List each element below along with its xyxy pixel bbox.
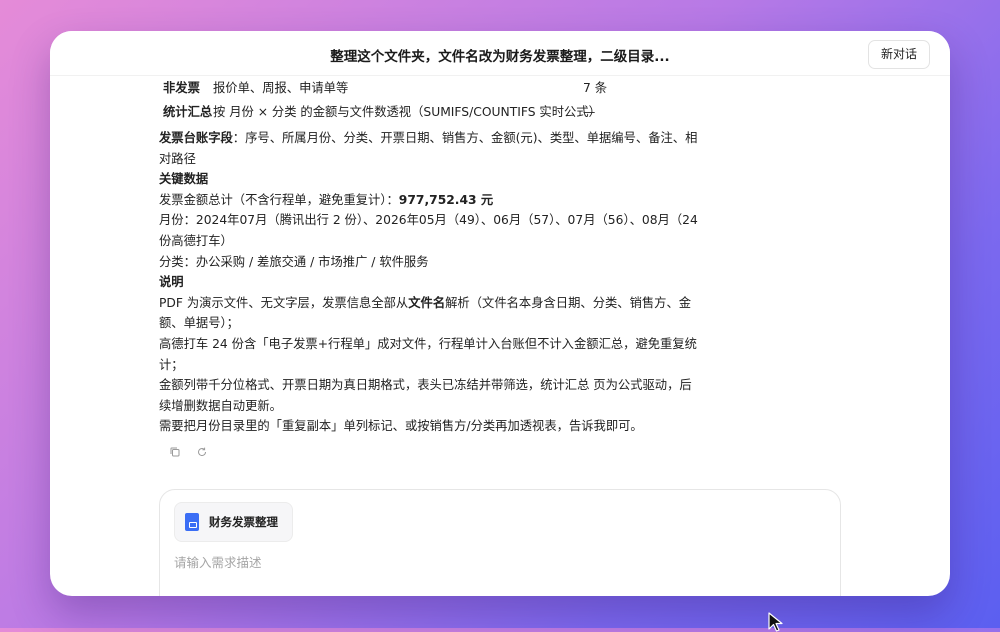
- attached-folder-label: 财务发票整理: [209, 515, 278, 529]
- fields-paragraph: 发票台账字段：序号、所属月份、分类、开票日期、销售方、金额(元)、类型、单据编号…: [159, 128, 699, 169]
- months-line: 月份：2024年07月（腾讯出行 2 份）、2026年05月（49）、06月（5…: [159, 213, 698, 248]
- assistant-message: 非发票 报价单、周报、申请单等 7 条 统计汇总 按 月份 × 分类 的金额与文…: [159, 76, 699, 437]
- notes-heading: 说明: [159, 275, 184, 290]
- row-count: —: [583, 105, 596, 119]
- fields-text: ：序号、所属月份、分类、开票日期、销售方、金额(元)、类型、单据编号、备注、相对…: [159, 131, 698, 166]
- total-value: 977,752.43 元: [398, 192, 494, 207]
- total-line: 发票金额总计（不含行程单，避免重复计）：977,752.43 元: [159, 192, 494, 207]
- note-line-1: PDF 为演示文件、无文字层，发票信息全部从文件名解析（文件名本身含日期、分类、…: [159, 295, 692, 331]
- regenerate-icon[interactable]: [194, 446, 210, 462]
- message-actions: [167, 443, 216, 459]
- fields-label: 发票台账字段: [159, 131, 233, 145]
- row-desc: 按 月份 × 分类 的金额与文件数透视（SUMIFS/COUNTIFS 实时公式…: [213, 105, 601, 119]
- table-row: 统计汇总 按 月份 × 分类 的金额与文件数透视（SUMIFS/COUNTIFS…: [159, 100, 699, 124]
- app-window: 整理这个文件夹，文件名改为财务发票整理，二级目录... 新对话 非发票 报价单、…: [50, 31, 950, 596]
- row-label: 非发票: [163, 81, 200, 95]
- composer: 财务发票整理 请输入需求描述: [159, 489, 841, 596]
- copy-icon[interactable]: [167, 446, 183, 462]
- table-row: 非发票 报价单、周报、申请单等 7 条: [159, 76, 699, 100]
- row-label: 统计汇总: [163, 105, 213, 119]
- row-desc: 报价单、周报、申请单等: [213, 81, 349, 95]
- attached-folder-chip[interactable]: 财务发票整理: [174, 502, 293, 542]
- row-count: 7 条: [583, 81, 608, 95]
- categories-line: 分类：办公采购 / 差旅交通 / 市场推广 / 软件服务: [159, 254, 429, 269]
- top-bar: 整理这个文件夹，文件名改为财务发票整理，二级目录... 新对话: [50, 31, 950, 76]
- new-chat-button[interactable]: 新对话: [867, 40, 930, 69]
- note-line-3: 金额列带千分位格式、开票日期为真日期格式，表头已冻结并带筛选，统计汇总 页为公式…: [159, 378, 692, 413]
- key-data-heading: 关键数据: [159, 172, 209, 187]
- folder-file-icon: [185, 513, 199, 531]
- note-line-2: 高德打车 24 份含「电子发票+行程单」成对文件，行程单计入台账但不计入金额汇总…: [159, 336, 697, 372]
- prompt-input[interactable]: 请输入需求描述: [174, 552, 262, 571]
- note-line-4: 需要把月份目录里的「重复副本」单列标记、或按销售方/分类再加透视表，告诉我即可。: [159, 419, 643, 434]
- conversation-title: 整理这个文件夹，文件名改为财务发票整理，二级目录...: [330, 49, 670, 65]
- mouse-cursor-icon: [768, 612, 783, 632]
